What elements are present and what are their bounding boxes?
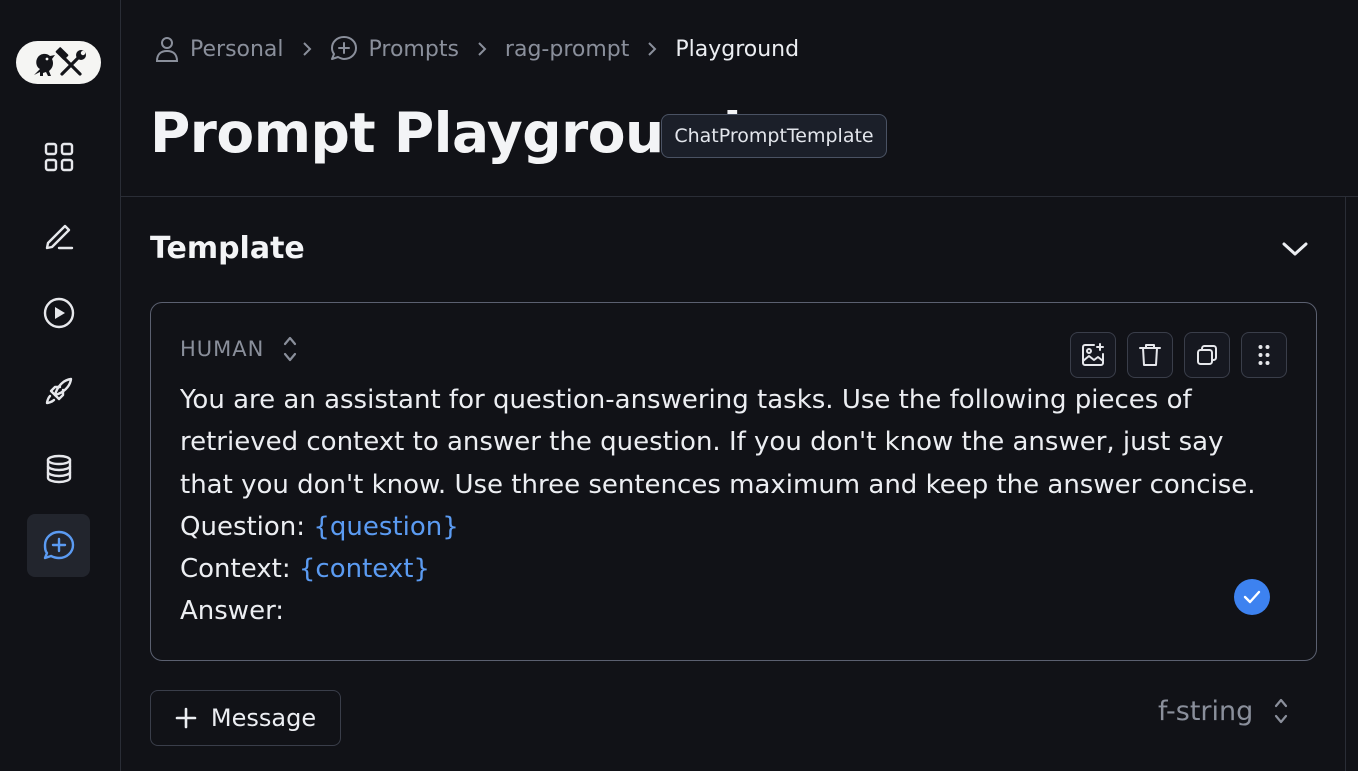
check-icon: [1234, 579, 1270, 615]
rocket-icon: [45, 377, 72, 404]
play-circle-icon: [43, 297, 74, 328]
breadcrumb-rag-prompt[interactable]: rag-prompt: [505, 37, 629, 62]
delete-message-button[interactable]: [1127, 332, 1173, 378]
breadcrumb-personal[interactable]: Personal: [155, 36, 284, 62]
grid-icon: [44, 142, 73, 171]
pencil-icon: [45, 224, 73, 249]
message-toolbar: [1070, 332, 1287, 378]
drag-handle-button[interactable]: [1241, 332, 1287, 378]
plus-icon: [175, 707, 197, 729]
duplicate-message-button[interactable]: [1184, 332, 1230, 378]
page-title: Prompt Playground: [150, 101, 742, 165]
prompt-intro: You are an assistant for question-answer…: [180, 385, 1256, 500]
drag-handle-icon: [1258, 345, 1270, 365]
sidebar: [0, 0, 121, 771]
role-label: HUMAN: [180, 337, 265, 361]
app-logo[interactable]: [16, 41, 101, 84]
sidebar-item-prompts[interactable]: [27, 514, 90, 577]
chevron-up-down-icon: [284, 336, 297, 362]
template-format-select[interactable]: f-string: [1158, 692, 1289, 730]
question-variable: {question}: [313, 511, 459, 542]
message-card: HUMAN You are an assistant for question-…: [150, 302, 1317, 661]
breadcrumb-label: rag-prompt: [504, 36, 630, 62]
add-image-icon: [1082, 343, 1104, 366]
chevron-down-icon: [1282, 242, 1308, 256]
context-label: Context:: [180, 554, 299, 585]
prompt-answer-line: Answer:: [180, 596, 285, 627]
sidebar-item-deployments[interactable]: [27, 359, 90, 422]
breadcrumb: Personal Prompts rag-prompt Playground: [155, 30, 799, 68]
template-section-title: Template: [150, 231, 305, 266]
question-label: Question:: [180, 511, 314, 542]
role-select[interactable]: HUMAN: [180, 333, 298, 365]
breadcrumb-label: Playground: [675, 36, 800, 62]
breadcrumb-label: Personal: [190, 36, 284, 62]
breadcrumb-playground: Playground: [675, 37, 799, 62]
parrot-tools-logo-icon: [33, 46, 86, 76]
prompt-type-badge: ChatPromptTemplate: [661, 114, 887, 158]
sidebar-item-runs[interactable]: [27, 281, 90, 344]
panel-divider: [1345, 197, 1346, 771]
breadcrumb-prompts[interactable]: Prompts: [330, 35, 459, 63]
chevron-up-down-icon: [1275, 698, 1288, 724]
prompt-question-line: Question: {question}: [180, 506, 1280, 548]
user-icon: [155, 37, 179, 62]
add-message-label: Message: [210, 704, 317, 732]
sidebar-item-datasets[interactable]: [27, 437, 90, 500]
database-icon: [46, 454, 71, 483]
header-divider: [121, 196, 1358, 197]
trash-icon: [1139, 344, 1161, 366]
chevron-right-icon: [302, 42, 312, 56]
context-variable: {context}: [298, 554, 430, 585]
prompt-editor[interactable]: You are an assistant for question-answer…: [180, 379, 1280, 633]
collapse-template-button[interactable]: [1278, 232, 1312, 266]
template-format-value: f-string: [1158, 695, 1254, 727]
sidebar-item-dashboard[interactable]: [27, 125, 90, 188]
chat-plus-icon: [330, 36, 357, 60]
chevron-right-icon: [477, 42, 487, 56]
add-message-button[interactable]: Message: [150, 690, 341, 746]
app-root: Personal Prompts rag-prompt Playground P…: [0, 0, 1358, 771]
chevron-right-icon: [647, 42, 657, 56]
copy-icon: [1197, 345, 1217, 365]
sidebar-item-annotate[interactable]: [27, 203, 90, 266]
prompt-context-line: Context: {context}: [180, 548, 1280, 590]
add-image-button[interactable]: [1070, 332, 1116, 378]
breadcrumb-label: Prompts: [368, 36, 459, 62]
chat-plus-icon: [43, 530, 74, 559]
